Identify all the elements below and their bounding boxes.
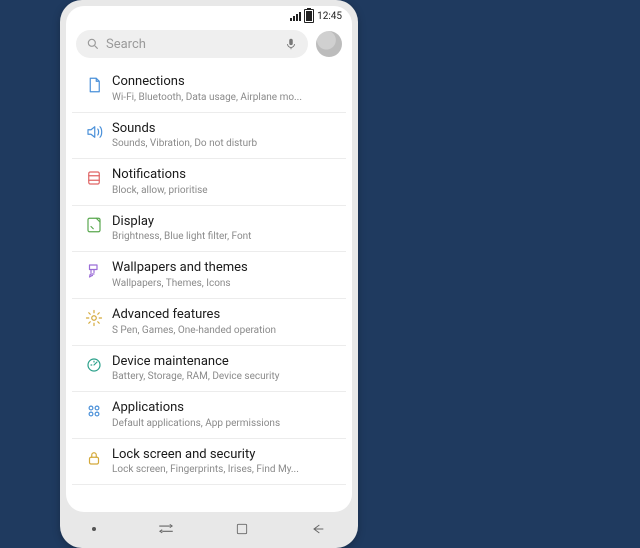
profile-avatar[interactable] (316, 31, 342, 57)
item-subtitle: Sounds, Vibration, Do not disturb (112, 138, 342, 149)
settings-item-applications[interactable]: Applications Default applications, App pe… (72, 392, 346, 439)
item-title: Device maintenance (112, 354, 342, 370)
nav-home-icon[interactable] (235, 522, 249, 536)
item-subtitle: Default applications, App permissions (112, 418, 342, 429)
item-subtitle: S Pen, Games, One-handed operation (112, 325, 342, 336)
search-row: Search (66, 26, 352, 66)
item-subtitle: Battery, Storage, RAM, Device security (112, 371, 342, 382)
item-subtitle: Wi-Fi, Bluetooth, Data usage, Airplane m… (112, 92, 342, 103)
settings-item-maintenance[interactable]: Device maintenanceBattery, Storage, RAM,… (72, 346, 346, 393)
signal-icon (290, 12, 301, 21)
search-icon (86, 37, 100, 51)
item-title: Lock screen and security (112, 447, 342, 463)
item-title: Sounds (112, 121, 342, 137)
settings-item-advanced[interactable]: Advanced features S Pen, Games, One-hande… (72, 299, 346, 346)
item-subtitle: Block, allow, prioritise (112, 185, 342, 196)
battery-icon (304, 9, 314, 23)
settings-item-notifications[interactable]: Notifications Block, allow, prioritise (72, 159, 346, 206)
item-subtitle: Lock screen, Fingerprints, Irises, Find … (112, 464, 342, 475)
item-subtitle: Wallpapers, Themes, Icons (112, 278, 342, 289)
lockscreen-icon (85, 449, 103, 467)
wallpapers-icon (85, 262, 103, 280)
settings-item-lockscreen[interactable]: Lock screen and securityLock screen, Fin… (72, 439, 346, 486)
nav-dot (92, 527, 96, 531)
settings-item-sounds[interactable]: SoundsSounds, Vibration, Do not disturb (72, 113, 346, 160)
phone-frame: { "status": { "time": "12:45" }, "search… (60, 0, 358, 548)
item-title: Applications (112, 400, 342, 416)
applications-icon (85, 402, 103, 420)
connections-icon (85, 76, 103, 94)
nav-back-icon[interactable] (310, 522, 326, 536)
item-title: Connections (112, 74, 342, 90)
item-title: Wallpapers and themes (112, 260, 342, 276)
settings-item-wallpapers[interactable]: Wallpapers and themes Wallpapers, Themes,… (72, 252, 346, 299)
settings-item-connections[interactable]: Connections Wi-Fi, Bluetooth, Data usage,… (72, 66, 346, 113)
mic-icon[interactable] (284, 37, 298, 51)
search-input[interactable]: Search (76, 30, 308, 58)
advanced-icon (85, 309, 103, 327)
status-time: 12:45 (317, 11, 342, 22)
notifications-icon (85, 169, 103, 187)
item-subtitle: Brightness, Blue light filter, Font (112, 231, 342, 242)
nav-recent-icon[interactable] (157, 522, 175, 536)
item-title: Notifications (112, 167, 342, 183)
maintenance-icon (85, 356, 103, 374)
nav-bar (66, 516, 352, 542)
screen: { "status": { "time": "12:45" }, "search… (66, 6, 352, 512)
settings-item-display[interactable]: DisplayBrightness, Blue light filter, Fo… (72, 206, 346, 253)
item-title: Display (112, 214, 342, 230)
display-icon (85, 216, 103, 234)
status-bar: 12:45 (66, 6, 352, 26)
item-title: Advanced features (112, 307, 342, 323)
search-placeholder: Search (106, 37, 146, 52)
settings-list: Connections Wi-Fi, Bluetooth, Data usage,… (66, 66, 352, 512)
sounds-icon (85, 123, 103, 141)
